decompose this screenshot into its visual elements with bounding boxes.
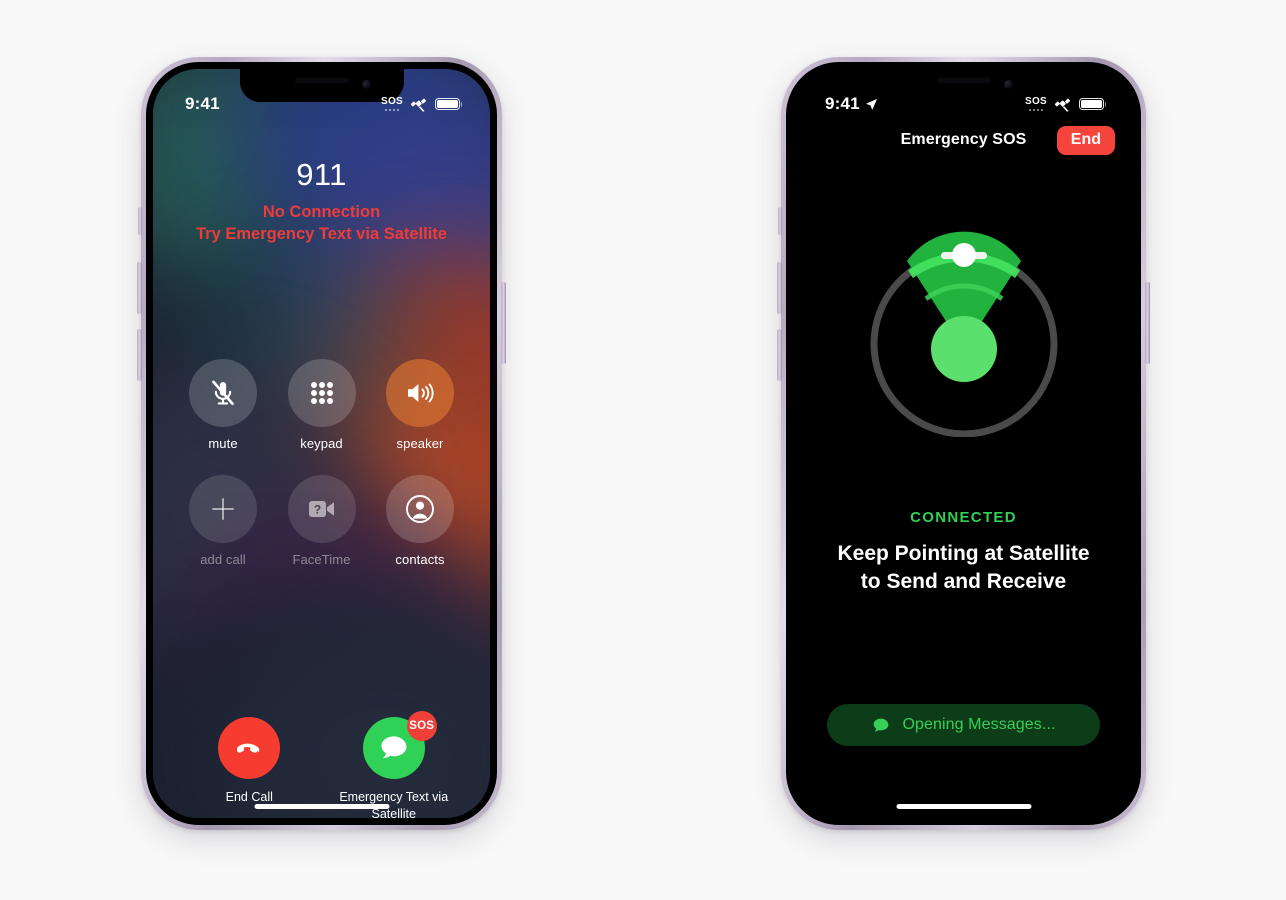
phone-left-device: 9:41 SOS 911 No Connection Try Emergency… (137, 57, 506, 830)
message-bubble-icon (381, 736, 407, 759)
satellite-pointing-radar (861, 231, 1067, 438)
status-time: 9:41 (185, 94, 220, 113)
status-time-text: 9:41 (825, 94, 860, 113)
call-controls-grid: mute keypad speaker add call ? FaceTime … (153, 359, 490, 591)
call-warning-line2: Try Emergency Text via Satellite (196, 224, 447, 243)
connected-label: CONNECTED (910, 509, 1017, 526)
location-arrow-icon (865, 98, 877, 110)
control-keypad[interactable]: keypad (278, 359, 366, 451)
opening-messages-button[interactable]: Opening Messages... (827, 704, 1100, 746)
sos-nav-bar: Emergency SOS End (793, 126, 1134, 166)
volume-down-button[interactable] (137, 329, 142, 381)
message-bubble-icon-footer (874, 718, 889, 731)
satellite-dot (951, 243, 976, 267)
keypad-label: keypad (300, 436, 343, 451)
silent-switch[interactable] (138, 207, 142, 235)
microphone-slash-icon (212, 380, 234, 406)
sos-status-block: CONNECTED Keep Pointing at Satellite to … (793, 509, 1134, 596)
control-mute[interactable]: mute (179, 359, 267, 451)
facetime-button: ? (287, 475, 356, 543)
opening-messages-label: Opening Messages... (902, 716, 1056, 733)
mute-label: mute (208, 436, 238, 451)
control-facetime: ? FaceTime (278, 475, 366, 567)
home-indicator[interactable] (254, 804, 389, 809)
call-action-row: End Call SOS Emergency Text via Satellit… (153, 711, 490, 818)
end-call-handset-icon (237, 743, 260, 753)
volume-up-button[interactable] (137, 262, 142, 314)
keypad-button[interactable] (287, 359, 356, 427)
facetime-label: FaceTime (292, 552, 351, 567)
control-contacts[interactable]: contacts (376, 475, 464, 567)
call-number: 911 (296, 157, 347, 192)
phone-left-screen: 9:41 SOS 911 No Connection Try Emergency… (153, 69, 490, 818)
control-add-call: add call (179, 475, 267, 567)
screenshot-stage: 9:41 SOS 911 No Connection Try Emergency… (0, 0, 1286, 900)
mute-button[interactable] (189, 359, 257, 427)
add-call-button (189, 475, 257, 543)
speaker-label: speaker (396, 436, 444, 451)
sos-instruction: Keep Pointing at Satellite to Send and R… (815, 540, 1112, 596)
volume-up-button-right[interactable] (777, 262, 782, 314)
phone-right-status-bar: 9:41 SOS (793, 69, 1134, 121)
phone-left-status-bar: 9:41 SOS (153, 69, 490, 121)
battery-icon (435, 97, 463, 111)
power-button[interactable] (501, 282, 506, 364)
call-warning: No Connection Try Emergency Text via Sat… (153, 202, 490, 246)
add-call-label: add call (200, 552, 246, 567)
emergency-text-button[interactable]: SOS (362, 711, 437, 779)
call-header: 911 No Connection Try Emergency Text via… (153, 157, 490, 246)
plus-icon (212, 498, 234, 520)
contacts-label: contacts (395, 552, 445, 567)
sos-instruction-line1: Keep Pointing at Satellite (837, 542, 1090, 565)
status-time-right: 9:41 (825, 94, 878, 114)
sos-indicator: SOS (381, 96, 403, 112)
end-call-button[interactable] (218, 717, 281, 779)
facetime-unavailable-icon: ? (308, 501, 334, 517)
speaker-waves-icon (408, 383, 434, 403)
volume-down-button-right[interactable] (777, 329, 782, 381)
keypad-icon (310, 382, 333, 404)
control-speaker[interactable]: speaker (376, 359, 464, 451)
sos-indicator-right: SOS (1025, 96, 1047, 112)
speaker-button[interactable] (386, 359, 454, 427)
home-indicator-right[interactable] (896, 804, 1031, 809)
call-warning-line1: No Connection (262, 203, 381, 221)
silent-switch-right[interactable] (778, 207, 782, 235)
satellite-icon (410, 98, 427, 112)
sos-badge: SOS (406, 711, 437, 741)
power-button-right[interactable] (1145, 282, 1150, 364)
phone-right-device: 9:41 SOS Emergency SOS End CONNECTED Kee… (777, 57, 1150, 830)
end-call-cell[interactable]: End Call (194, 717, 304, 818)
contacts-button[interactable] (386, 475, 454, 543)
device-dot (930, 316, 997, 382)
satellite-icon-right (1054, 98, 1071, 112)
emergency-text-cell[interactable]: SOS Emergency Text via Satellite (339, 711, 449, 818)
phone-right-screen: 9:41 SOS Emergency SOS End CONNECTED Kee… (793, 69, 1134, 818)
svg-text:?: ? (313, 502, 320, 516)
end-button[interactable]: End (1056, 126, 1115, 155)
sos-instruction-line2: to Send and Receive (860, 570, 1067, 594)
contacts-person-icon (406, 495, 434, 523)
battery-icon-right (1079, 97, 1107, 111)
